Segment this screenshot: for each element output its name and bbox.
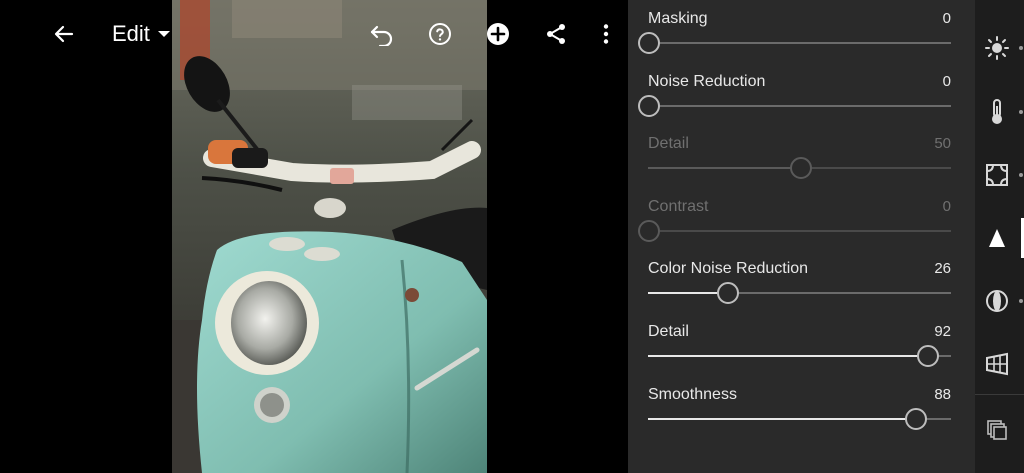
optics-icon bbox=[986, 290, 1008, 312]
slider-label: Masking bbox=[648, 10, 708, 27]
arrow-left-icon bbox=[54, 25, 74, 43]
slider-track bbox=[638, 219, 951, 242]
slider-thumb[interactable] bbox=[716, 282, 739, 305]
slider-label: Detail bbox=[648, 135, 689, 153]
slider-row: Smoothness 88 bbox=[648, 378, 951, 441]
detail-adjustment-panel: Masking 0 Noise Reduction 0 Detail 50 Contrast… bbox=[628, 0, 975, 473]
plus-circle-icon bbox=[487, 23, 509, 45]
slider-row: Noise Reduction 0 bbox=[638, 65, 951, 128]
color-tool[interactable] bbox=[975, 90, 1023, 134]
more-vertical-icon bbox=[603, 24, 609, 44]
help-icon bbox=[429, 23, 451, 45]
share-icon bbox=[547, 24, 565, 44]
slider-thumb bbox=[789, 157, 812, 180]
slider-thumb bbox=[638, 219, 660, 242]
slider-value: 26 bbox=[934, 260, 951, 278]
optics-tool[interactable] bbox=[975, 279, 1023, 323]
color-temperature-icon bbox=[992, 99, 1002, 124]
slider-value: 0 bbox=[942, 72, 951, 90]
undo-button[interactable] bbox=[364, 16, 400, 52]
more-options-button[interactable] bbox=[590, 16, 622, 52]
slider-label: Noise Reduction bbox=[648, 72, 766, 90]
slider-row: Masking 0 bbox=[638, 2, 951, 65]
share-button[interactable] bbox=[538, 16, 574, 52]
presets-icon bbox=[987, 420, 1007, 440]
presets-tool[interactable] bbox=[975, 408, 1019, 452]
undo-icon bbox=[370, 25, 393, 46]
effects-tool[interactable] bbox=[975, 153, 1023, 197]
geometry-icon bbox=[986, 352, 1008, 376]
slider-track[interactable] bbox=[638, 32, 951, 54]
geometry-tool[interactable] bbox=[975, 342, 1019, 386]
detail-icon bbox=[989, 229, 1005, 247]
slider-thumb[interactable] bbox=[904, 407, 927, 430]
slider-thumb[interactable] bbox=[916, 345, 939, 367]
add-button[interactable] bbox=[480, 16, 516, 52]
slider-thumb[interactable] bbox=[638, 94, 660, 117]
slider-value: 0 bbox=[942, 197, 951, 215]
slider-value: 50 bbox=[934, 135, 951, 153]
slider-label: Contrast bbox=[648, 197, 709, 215]
slider-label: Smoothness bbox=[648, 385, 737, 403]
slider-fill bbox=[648, 292, 727, 295]
slider-label: Color Noise Reduction bbox=[648, 260, 809, 278]
slider-row: Detail 92 bbox=[648, 315, 951, 378]
tool-rail bbox=[975, 0, 1024, 473]
slider-row: Contrast 0 bbox=[638, 190, 951, 253]
slider-thumb[interactable] bbox=[638, 32, 660, 54]
slider-track[interactable] bbox=[648, 282, 951, 305]
slider-row: Color Noise Reduction 26 bbox=[648, 252, 951, 315]
slider-fill bbox=[648, 417, 915, 420]
caret-down-icon bbox=[157, 31, 170, 37]
photo-viewer[interactable]: Edit bbox=[0, 0, 628, 473]
light-tool[interactable] bbox=[975, 26, 1023, 70]
slider-fill bbox=[648, 355, 927, 357]
slider-track bbox=[648, 157, 951, 180]
slider-track[interactable] bbox=[638, 94, 951, 117]
help-button[interactable] bbox=[422, 16, 458, 52]
slider-value: 88 bbox=[934, 385, 951, 403]
slider-track[interactable] bbox=[648, 345, 951, 367]
slider-value: 0 bbox=[942, 10, 951, 27]
slider-track[interactable] bbox=[648, 407, 951, 430]
rail-divider bbox=[975, 394, 1024, 395]
slider-fill bbox=[648, 167, 800, 170]
photo-preview bbox=[172, 0, 487, 473]
edit-mode-label: Edit bbox=[112, 21, 150, 46]
light-icon bbox=[985, 36, 1009, 60]
detail-tool[interactable] bbox=[975, 216, 1019, 260]
slider-value: 92 bbox=[934, 323, 951, 340]
edit-mode-dropdown[interactable]: Edit bbox=[112, 17, 170, 51]
slider-label: Detail bbox=[648, 323, 689, 340]
effects-icon bbox=[986, 164, 1008, 186]
slider-row: Detail 50 bbox=[648, 127, 951, 190]
back-button[interactable] bbox=[46, 16, 82, 52]
top-toolbar: Edit bbox=[0, 0, 628, 68]
